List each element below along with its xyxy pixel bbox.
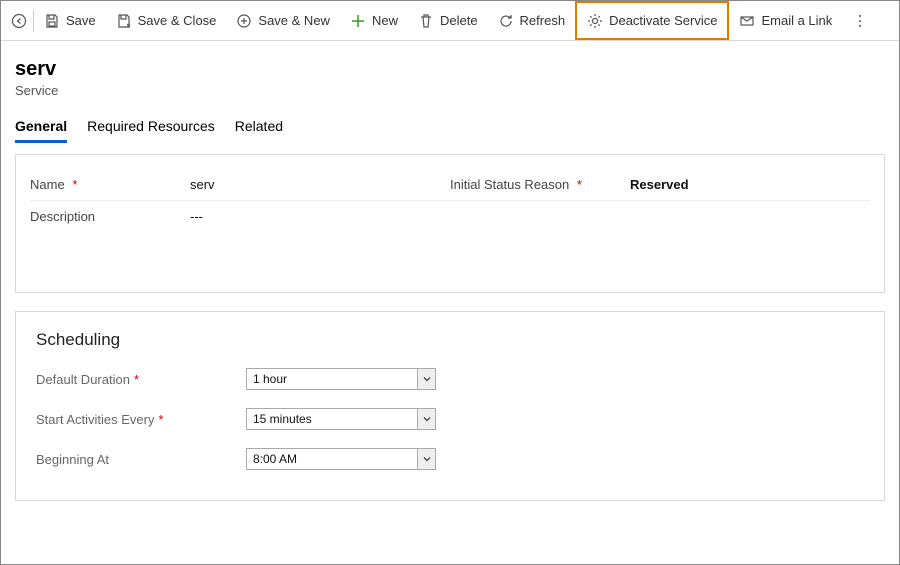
scheduling-title: Scheduling: [36, 330, 864, 350]
save-button[interactable]: Save: [34, 1, 106, 40]
record-title: serv: [15, 57, 885, 81]
chevron-down-icon: [417, 449, 435, 469]
new-button[interactable]: New: [340, 1, 408, 40]
record-entity: Service: [15, 83, 885, 98]
save-close-button[interactable]: Save & Close: [106, 1, 227, 40]
save-close-icon: [116, 13, 132, 29]
name-label: Name *: [30, 177, 180, 192]
required-marker: *: [72, 177, 77, 192]
refresh-icon: [498, 13, 514, 29]
command-bar: Save Save & Close Save & New New Delete: [1, 1, 899, 41]
mail-icon: [739, 13, 755, 29]
default-duration-value: 1 hour: [247, 372, 417, 386]
beginning-at-label: Beginning At: [36, 452, 246, 467]
tab-general[interactable]: General: [15, 114, 67, 143]
new-label: New: [372, 13, 398, 28]
tab-required-resources[interactable]: Required Resources: [87, 114, 215, 143]
tab-strip: General Required Resources Related: [1, 100, 899, 144]
start-activities-label-text: Start Activities Every: [36, 412, 154, 427]
more-commands-button[interactable]: [846, 1, 874, 40]
start-activities-label: Start Activities Every *: [36, 412, 246, 427]
required-marker: *: [577, 177, 582, 192]
trash-icon: [418, 13, 434, 29]
status-value[interactable]: Reserved: [620, 177, 870, 192]
save-new-label: Save & New: [258, 13, 330, 28]
deactivate-label: Deactivate Service: [609, 13, 717, 28]
start-activities-value: 15 minutes: [247, 412, 417, 426]
app-window: Save Save & Close Save & New New Delete: [0, 0, 900, 565]
more-vertical-icon: [852, 13, 868, 29]
required-marker: *: [134, 372, 139, 387]
beginning-at-select[interactable]: 8:00 AM: [246, 448, 436, 470]
default-duration-select[interactable]: 1 hour: [246, 368, 436, 390]
required-marker: *: [158, 412, 163, 427]
status-label-text: Initial Status Reason: [450, 177, 569, 192]
refresh-label: Refresh: [520, 13, 566, 28]
default-duration-label-text: Default Duration: [36, 372, 130, 387]
email-link-label: Email a Link: [761, 13, 832, 28]
general-panel: Name * serv Initial Status Reason * Rese…: [15, 154, 885, 293]
tab-related[interactable]: Related: [235, 114, 283, 143]
beginning-at-value: 8:00 AM: [247, 452, 417, 466]
name-value[interactable]: serv: [180, 177, 450, 192]
delete-label: Delete: [440, 13, 478, 28]
back-icon: [11, 13, 27, 29]
default-duration-label: Default Duration *: [36, 372, 246, 387]
refresh-button[interactable]: Refresh: [488, 1, 576, 40]
record-header: serv Service: [1, 41, 899, 100]
scheduling-panel: Scheduling Default Duration * 1 hour Star…: [15, 311, 885, 501]
save-new-button[interactable]: Save & New: [226, 1, 340, 40]
save-label: Save: [66, 13, 96, 28]
chevron-down-icon: [417, 369, 435, 389]
delete-button[interactable]: Delete: [408, 1, 488, 40]
save-icon: [44, 13, 60, 29]
plus-icon: [350, 13, 366, 29]
chevron-down-icon: [417, 409, 435, 429]
back-button[interactable]: [5, 1, 33, 40]
description-label: Description: [30, 209, 180, 224]
email-link-button[interactable]: Email a Link: [729, 1, 842, 40]
gear-icon: [587, 13, 603, 29]
name-label-text: Name: [30, 177, 65, 192]
status-label: Initial Status Reason *: [450, 177, 620, 192]
save-close-label: Save & Close: [138, 13, 217, 28]
deactivate-service-button[interactable]: Deactivate Service: [575, 1, 729, 40]
save-new-icon: [236, 13, 252, 29]
description-value[interactable]: ---: [180, 209, 870, 224]
start-activities-select[interactable]: 15 minutes: [246, 408, 436, 430]
